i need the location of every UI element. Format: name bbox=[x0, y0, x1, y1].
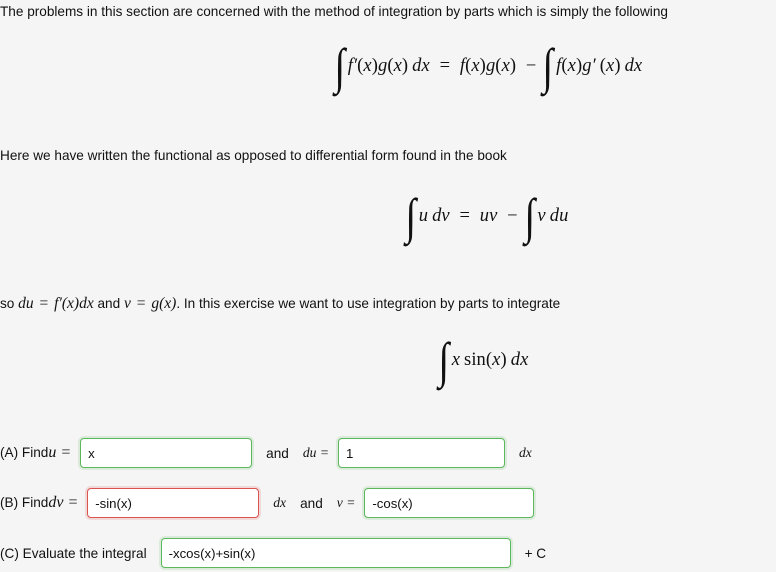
inline-du-definition: du = f′(x)dx bbox=[18, 295, 94, 312]
input-integral-result[interactable] bbox=[160, 538, 511, 568]
equation-target-integral: ∫ x sin(x) dx bbox=[437, 332, 529, 388]
eq2-minus: − bbox=[507, 205, 518, 226]
input-v[interactable] bbox=[364, 488, 535, 518]
worksheet-page: The problems in this section are concern… bbox=[0, 0, 776, 572]
input-u[interactable] bbox=[80, 438, 253, 468]
integral-sign-icon-2: ∫ bbox=[542, 38, 554, 94]
part-c-trailing-constant: + C bbox=[524, 545, 547, 561]
eq1-lhs-integrand: f′(x)g(x) dx bbox=[347, 55, 430, 76]
integral-sign-icon-3: ∫ bbox=[405, 188, 417, 244]
part-b-symbol: dv = bbox=[48, 494, 79, 511]
part-c-label: (C) Evaluate the integral bbox=[0, 545, 147, 561]
part-a-trailing-dx: dx bbox=[519, 445, 532, 460]
part-a-symbol-2: du = bbox=[302, 445, 329, 460]
integral-sign-icon-5: ∫ bbox=[438, 332, 450, 388]
answer-row-a: (A) Find u = and du = dx bbox=[0, 438, 532, 468]
equation-integration-by-parts-functional: ∫ f′(x)g(x) dx = f(x)g(x) − ∫ f(x)g′ (x) dx bbox=[333, 38, 643, 94]
third-paragraph-prefix: so bbox=[0, 296, 19, 311]
input-du[interactable] bbox=[338, 438, 505, 468]
equation-integration-by-parts-differential: ∫ u dv = uv − ∫ v du bbox=[404, 188, 569, 244]
part-b-label-prefix: (B) Find bbox=[0, 495, 49, 510]
eq1-rhs-first: f(x)g(x) bbox=[459, 55, 517, 76]
second-paragraph: Here we have written the functional as o… bbox=[0, 148, 507, 163]
eq2-relation: = bbox=[459, 205, 471, 226]
answer-row-b: (B) Find dv = dx and v = bbox=[0, 488, 535, 518]
part-a-connector: and bbox=[266, 445, 289, 461]
input-dv[interactable] bbox=[87, 488, 260, 518]
eq2-lhs-integrand: u dv bbox=[418, 205, 450, 226]
eq3-integrand: x sin(x) dx bbox=[451, 349, 529, 370]
part-b-middle-dx: dx bbox=[273, 495, 287, 510]
part-b-symbol-2: v = bbox=[336, 495, 356, 510]
integral-sign-icon: ∫ bbox=[334, 38, 346, 94]
part-b-connector: and bbox=[300, 495, 323, 511]
part-a-label: (A) Find u = bbox=[0, 444, 71, 462]
part-b-label: (B) Find dv = bbox=[0, 494, 78, 512]
inline-v-definition: v = g(x) bbox=[123, 295, 177, 312]
third-paragraph: so du = f′(x)dx and v = g(x). In this ex… bbox=[0, 294, 560, 314]
integral-sign-icon-4: ∫ bbox=[524, 188, 535, 244]
eq1-rhs-integrand: f(x)g′ (x) dx bbox=[556, 55, 643, 76]
eq1-minus: − bbox=[525, 55, 537, 76]
intro-paragraph: The problems in this section are concern… bbox=[0, 4, 668, 19]
third-paragraph-mid: and bbox=[93, 296, 124, 311]
third-paragraph-suffix: . In this exercise we want to use integr… bbox=[176, 296, 561, 311]
eq2-rhs-first: uv bbox=[479, 205, 498, 226]
eq1-relation: = bbox=[439, 55, 451, 76]
part-a-label-prefix: (A) Find bbox=[0, 445, 49, 460]
part-a-symbol: u = bbox=[48, 444, 72, 461]
answer-row-c: (C) Evaluate the integral + C bbox=[0, 538, 546, 568]
eq2-rhs-integrand: v du bbox=[537, 205, 569, 226]
